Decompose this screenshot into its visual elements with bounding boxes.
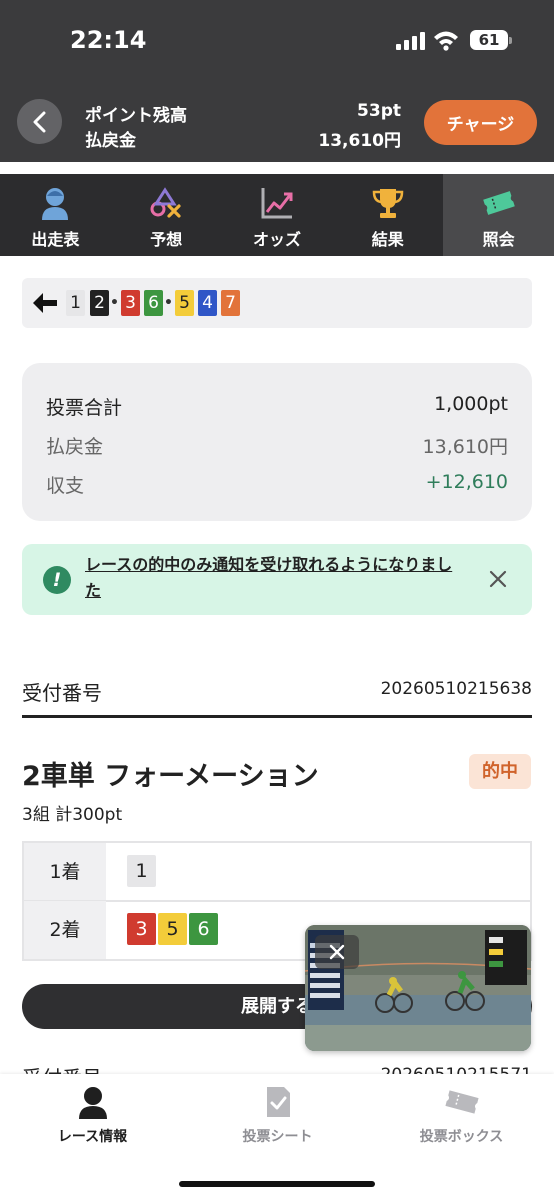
hit-badge: 的中	[469, 754, 531, 789]
status-bar: 22:14 61	[0, 0, 554, 86]
race-number-badge: 1	[66, 290, 85, 316]
tab-results[interactable]: 結果	[332, 174, 443, 256]
bike-number-badge: 6	[189, 913, 218, 945]
check-sheet-icon	[266, 1087, 290, 1117]
prediction-icon	[150, 187, 181, 218]
nav-label: レース情報	[57, 1129, 128, 1145]
refund-label: 払戻金	[85, 131, 136, 151]
summary-card: 投票合計 1,000pt 払戻金 13,610円 収支 +12,610	[22, 363, 532, 521]
tab-odds[interactable]: オッズ	[222, 174, 333, 256]
notice-link[interactable]: レースの的中のみ通知を受け取れるようになりました	[85, 552, 465, 604]
status-time: 22:14	[70, 26, 147, 54]
chevron-left-icon	[33, 111, 45, 132]
race-video-player[interactable]	[305, 925, 531, 1051]
close-icon[interactable]	[486, 567, 510, 591]
race-info-icon	[78, 1087, 107, 1119]
close-icon	[329, 944, 345, 960]
total-label: 投票合計	[46, 397, 123, 419]
ticket-box-icon	[444, 1090, 479, 1114]
separator-dot: •	[164, 295, 173, 311]
race-number-badge: 5	[175, 290, 194, 316]
tab-label: 照会	[482, 230, 515, 249]
race-number-badge: 7	[221, 290, 240, 316]
divider	[22, 715, 532, 718]
tab-label: 結果	[371, 230, 404, 249]
points-label: ポイント残高	[85, 106, 187, 126]
refund-value: 13,610円	[422, 436, 508, 458]
rider-icon	[42, 188, 69, 220]
race-order-bar: 1 2 • 3 6 • 5 4 7	[22, 278, 532, 328]
race-tabs: 出走表 予想 オッズ 結果 照会	[0, 174, 554, 256]
tab-inquiry[interactable]: 照会	[443, 174, 554, 256]
nav-label: 投票シート	[242, 1129, 313, 1145]
battery-icon: 61	[470, 30, 508, 50]
home-indicator[interactable]	[179, 1181, 375, 1187]
race-number-badge: 2	[90, 290, 109, 316]
nav-label: 投票ボックス	[419, 1129, 504, 1145]
nav-race-info[interactable]: レース情報	[0, 1074, 185, 1164]
nav-vote-sheet[interactable]: 投票シート	[185, 1074, 370, 1164]
wifi-icon	[434, 31, 458, 51]
notice-banner: ! レースの的中のみ通知を受け取れるようになりました	[22, 544, 532, 615]
arrow-left-icon	[33, 293, 57, 313]
battery-tip	[509, 37, 512, 44]
bet-type-title: 2車単 フォーメーション	[22, 761, 319, 792]
refund-label: 払戻金	[46, 436, 104, 458]
exclamation-icon: !	[43, 566, 71, 594]
back-button[interactable]	[17, 99, 62, 144]
receipt-number: 20260510215638	[380, 679, 532, 699]
refund-value: 13,610円	[318, 131, 401, 151]
chart-icon	[261, 188, 293, 219]
tab-entries[interactable]: 出走表	[0, 174, 111, 256]
bike-number-badge: 3	[127, 913, 156, 945]
bike-number-badge: 1	[127, 855, 156, 887]
app-header: ポイント残高 払戻金 53pt 13,610円 チャージ	[0, 86, 554, 162]
trophy-icon	[372, 189, 404, 218]
video-close-button[interactable]	[315, 935, 359, 969]
points-value: 53pt	[357, 101, 401, 121]
tab-label: 予想	[150, 230, 183, 249]
ticket-icon	[482, 191, 515, 215]
nav-vote-box[interactable]: 投票ボックス	[369, 1074, 554, 1164]
tab-label: オッズ	[252, 230, 301, 249]
second-place-label: 2着	[24, 901, 106, 959]
next-receipt-label: 受付番号	[22, 1062, 102, 1074]
separator-dot: •	[110, 295, 119, 311]
race-number-badge: 6	[144, 290, 163, 316]
tab-label: 出走表	[31, 230, 80, 249]
balance-label: 収支	[46, 475, 85, 497]
race-number-badge: 4	[198, 290, 217, 316]
bike-number-badge: 5	[158, 913, 187, 945]
bet-summary: 3組 計300pt	[22, 805, 123, 825]
header-spacer	[0, 162, 554, 174]
signal-icon	[396, 30, 426, 50]
next-receipt-number: 20260510215571	[381, 1065, 532, 1074]
total-value: 1,000pt	[434, 393, 508, 415]
charge-button[interactable]: チャージ	[424, 100, 537, 145]
balance-value: +12,610	[425, 471, 508, 493]
receipt-label: 受付番号	[22, 681, 102, 705]
first-place-label: 1着	[24, 843, 106, 901]
race-number-badge: 3	[121, 290, 140, 316]
tab-prediction[interactable]: 予想	[111, 174, 222, 256]
